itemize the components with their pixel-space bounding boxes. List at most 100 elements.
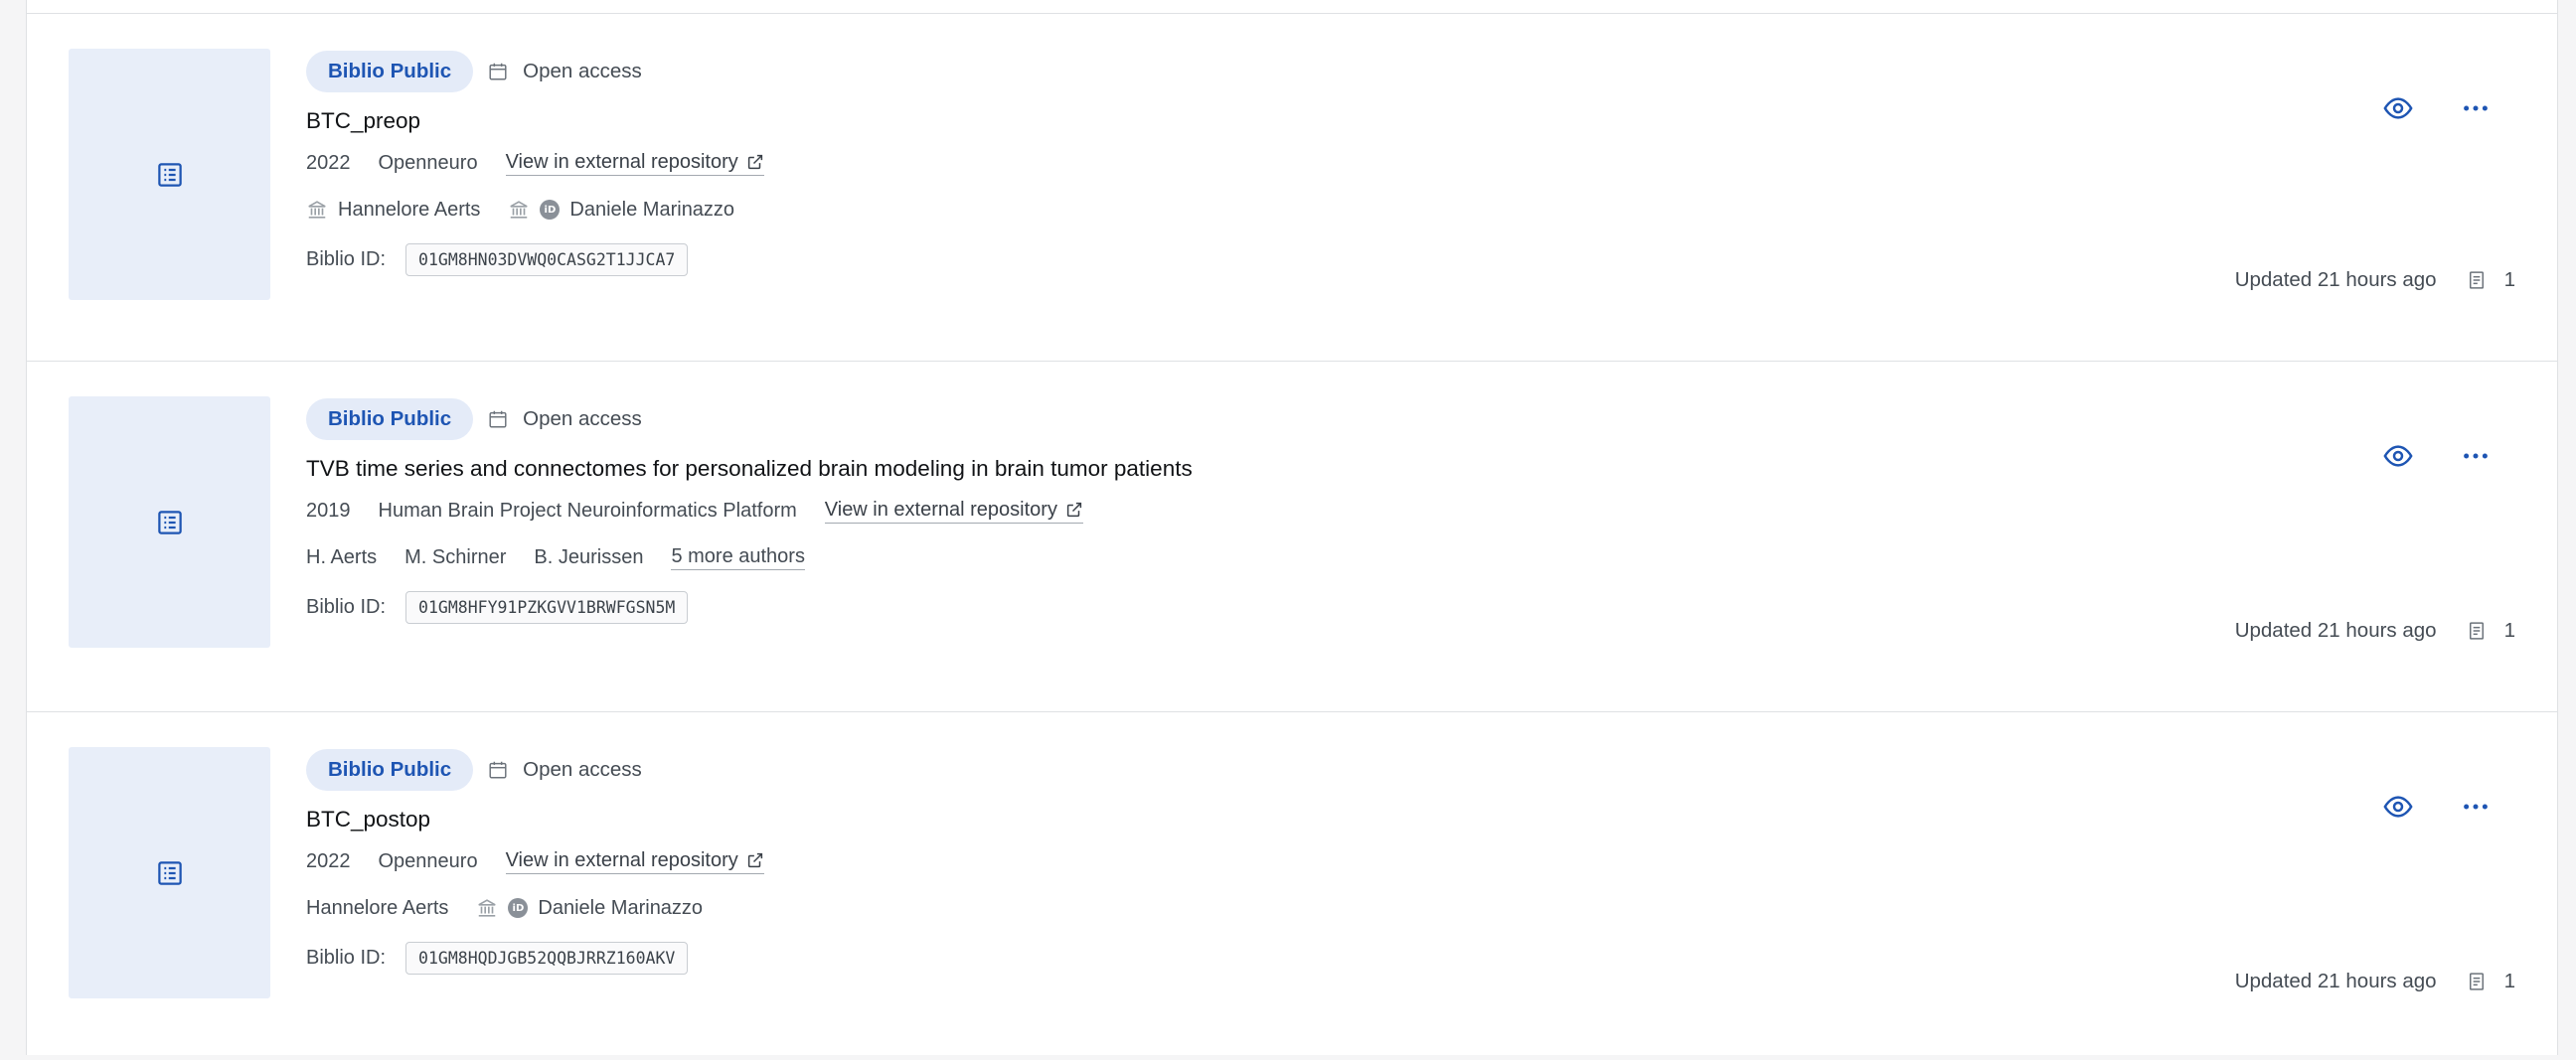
calendar-icon	[489, 63, 507, 80]
publication-publisher: Human Brain Project Neuroinformatics Pla…	[378, 499, 797, 522]
author-item[interactable]: iD Daniele Marinazzo	[508, 199, 734, 222]
calendar-icon	[489, 410, 507, 428]
author-name: Daniele Marinazzo	[538, 896, 704, 919]
external-repository-label: View in external repository	[505, 150, 738, 173]
ellipsis-icon	[2464, 105, 2488, 111]
card-actions	[2376, 434, 2497, 478]
more-options-button[interactable]	[2454, 785, 2497, 829]
external-repository-label: View in external repository	[824, 498, 1057, 521]
document-list-icon	[157, 860, 182, 885]
updated-time: Updated 21 hours ago	[2234, 970, 2437, 992]
publication-title[interactable]: BTC_postop	[306, 803, 2557, 836]
institution-icon	[478, 899, 497, 917]
biblio-id-row: Biblio ID: 01GM8HQDJGB52QQBJRRZ160AKV	[306, 941, 2557, 975]
publication-badges: Biblio Public Open access	[306, 747, 2557, 793]
author-list: H. Aerts M. Schirner B. Jeurissen 5 more au…	[306, 542, 2557, 572]
publication-publisher: Openneuro	[378, 849, 478, 872]
publication-meta: 2019 Human Brain Project Neuroinformatic…	[306, 496, 2557, 526]
author-list: Hannelore Aerts iD Daniele Marinazzo	[306, 195, 2557, 225]
external-repository-link[interactable]: View in external repository	[505, 848, 764, 874]
visibility-badge: Biblio Public	[306, 398, 474, 440]
external-repository-label: View in external repository	[505, 848, 738, 871]
eye-icon	[2383, 97, 2413, 119]
publication-year: 2022	[306, 849, 351, 872]
orcid-icon: iD	[508, 898, 529, 918]
visibility-badge: Biblio Public	[306, 749, 474, 791]
card-status: Updated 21 hours ago 1	[2235, 268, 2515, 292]
publication-title[interactable]: TVB time series and connectomes for pers…	[306, 452, 2557, 486]
biblio-id-value[interactable]: 01GM8HN03DVWQ0CASG2T1JJCA7	[405, 242, 689, 276]
eye-icon	[2383, 445, 2413, 467]
access-label: Open access	[523, 758, 642, 781]
author-name: B. Jeurissen	[534, 545, 644, 568]
publication-year: 2022	[306, 151, 351, 174]
publication-year: 2019	[306, 499, 351, 522]
calendar-icon	[489, 761, 507, 779]
more-authors-link[interactable]: 5 more authors	[671, 545, 805, 570]
author-name: Hannelore Aerts	[306, 896, 449, 919]
updated-time: Updated 21 hours ago	[2234, 268, 2437, 291]
publication-card: Biblio Public Open access BTC_postop 202…	[27, 711, 2557, 1060]
publication-thumbnail[interactable]	[69, 396, 270, 648]
more-options-button[interactable]	[2454, 434, 2497, 478]
external-repository-link[interactable]: View in external repository	[505, 150, 764, 176]
file-count: 1	[2503, 268, 2515, 291]
biblio-id-label: Biblio ID:	[306, 946, 387, 969]
publication-badges: Biblio Public Open access	[306, 49, 2557, 94]
more-options-button[interactable]	[2454, 86, 2497, 130]
file-count: 1	[2503, 970, 2515, 992]
publication-publisher: Openneuro	[378, 151, 478, 174]
external-repository-link[interactable]: View in external repository	[824, 498, 1083, 524]
ellipsis-icon	[2464, 453, 2488, 459]
publication-content: Biblio Public Open access BTC_preop 2022…	[306, 49, 2557, 276]
author-item[interactable]: Hannelore Aerts	[306, 897, 448, 920]
author-item[interactable]: iD Daniele Marinazzo	[476, 897, 703, 920]
author-name: M. Schirner	[404, 545, 507, 568]
publication-title[interactable]: BTC_preop	[306, 104, 2557, 138]
author-name: H. Aerts	[306, 545, 378, 568]
biblio-id-value[interactable]: 01GM8HQDJGB52QQBJRRZ160AKV	[405, 941, 689, 975]
institution-icon	[510, 201, 529, 219]
access-status: Open access	[487, 407, 642, 431]
publication-thumbnail[interactable]	[69, 747, 270, 998]
biblio-id-row: Biblio ID: 01GM8HN03DVWQ0CASG2T1JJCA7	[306, 242, 2557, 276]
author-name: Hannelore Aerts	[338, 198, 481, 221]
external-link-icon	[1066, 502, 1082, 518]
institution-icon	[308, 201, 326, 219]
author-item[interactable]: M. Schirner	[404, 546, 506, 569]
author-item[interactable]: B. Jeurissen	[534, 546, 643, 569]
file-icon	[2469, 271, 2484, 289]
author-item[interactable]: Hannelore Aerts	[306, 199, 480, 222]
access-status: Open access	[487, 758, 642, 782]
access-label: Open access	[523, 60, 642, 82]
author-list: Hannelore Aerts iD Daniele Marinazzo	[306, 893, 2557, 923]
publication-card: Biblio Public Open access BTC_preop 2022…	[27, 13, 2557, 362]
card-status: Updated 21 hours ago 1	[2235, 970, 2515, 993]
view-button[interactable]	[2376, 434, 2420, 478]
orcid-icon: iD	[540, 200, 561, 220]
ellipsis-icon	[2464, 804, 2488, 810]
publication-thumbnail[interactable]	[69, 49, 270, 300]
file-icon	[2469, 622, 2484, 640]
publication-meta: 2022 Openneuro View in external reposito…	[306, 846, 2557, 876]
access-label: Open access	[523, 407, 642, 430]
author-item[interactable]: H. Aerts	[306, 546, 377, 569]
publication-card: Biblio Public Open access TVB time serie…	[27, 361, 2557, 709]
visibility-badge: Biblio Public	[306, 51, 474, 92]
view-button[interactable]	[2376, 86, 2420, 130]
file-count: 1	[2503, 619, 2515, 642]
external-link-icon	[747, 154, 762, 170]
biblio-id-label: Biblio ID:	[306, 595, 387, 618]
biblio-id-value[interactable]: 01GM8HFY91PZKGVV1BRWFGSN5M	[405, 590, 689, 624]
card-status: Updated 21 hours ago 1	[2235, 619, 2515, 643]
card-actions	[2376, 86, 2497, 130]
eye-icon	[2383, 796, 2413, 818]
external-link-icon	[747, 852, 762, 868]
access-status: Open access	[487, 60, 642, 83]
author-name: Daniele Marinazzo	[569, 198, 735, 221]
updated-time: Updated 21 hours ago	[2234, 619, 2437, 642]
card-actions	[2376, 785, 2497, 829]
biblio-id-row: Biblio ID: 01GM8HFY91PZKGVV1BRWFGSN5M	[306, 590, 2557, 624]
publication-content: Biblio Public Open access TVB time serie…	[306, 396, 2557, 624]
view-button[interactable]	[2376, 785, 2420, 829]
